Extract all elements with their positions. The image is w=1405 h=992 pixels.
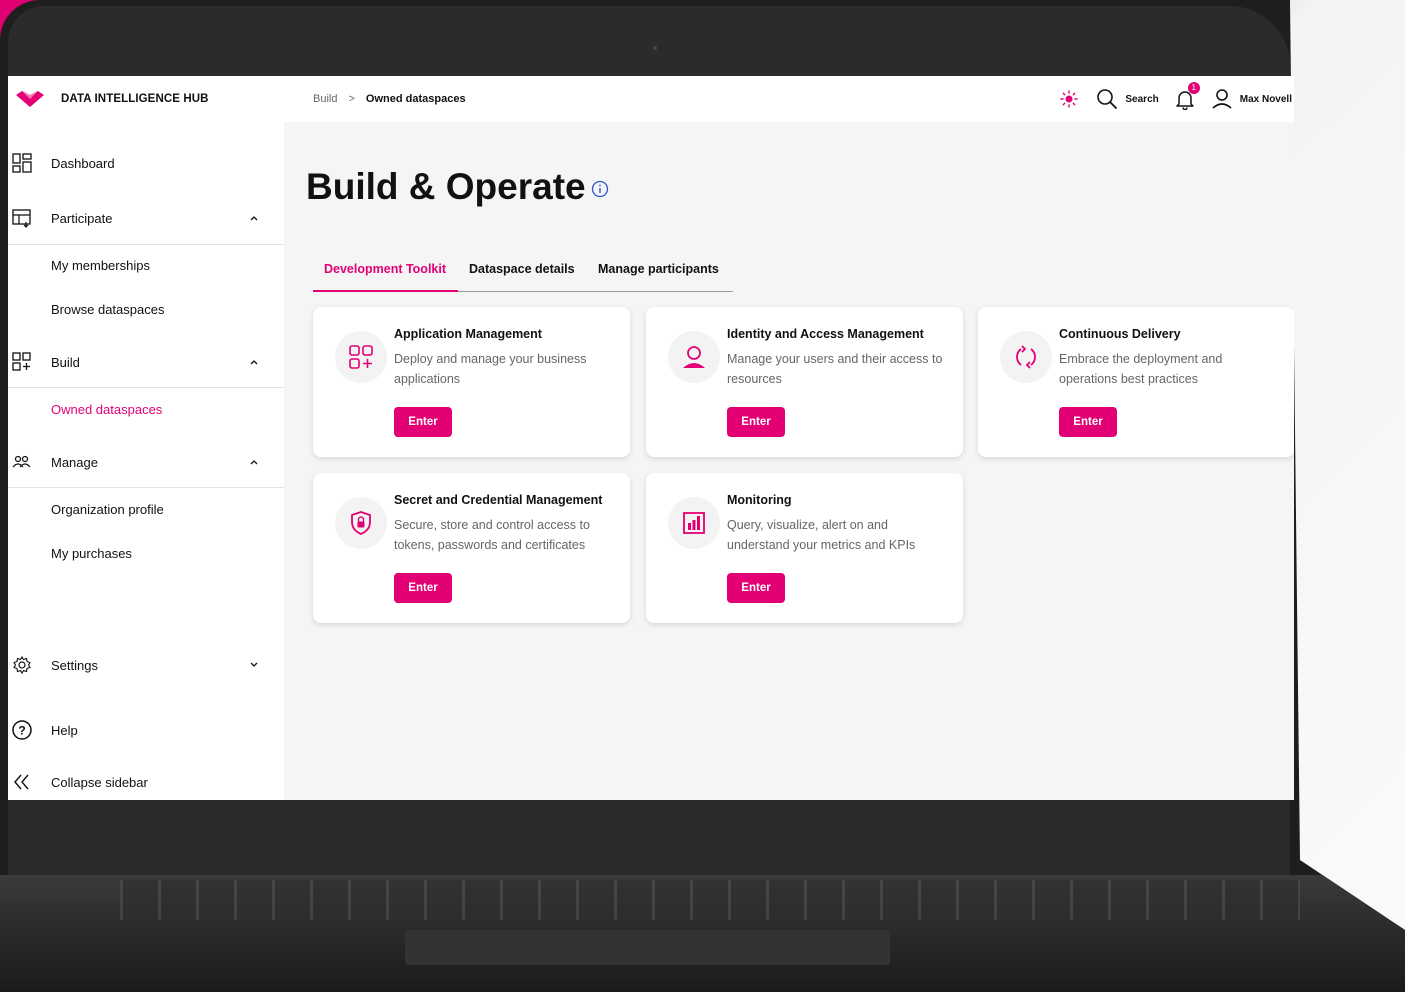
notifications-button[interactable]: 1	[1174, 82, 1200, 111]
gear-icon	[13, 655, 31, 675]
sidebar-label-collapse: Collapse sidebar	[51, 774, 148, 790]
card-icon-container	[668, 331, 720, 383]
sidebar-divider	[8, 387, 284, 388]
build-icon	[12, 352, 31, 371]
sidebar-divider	[8, 487, 284, 488]
search-button[interactable]: Search	[1096, 88, 1173, 110]
sun-icon[interactable]	[1060, 90, 1079, 108]
user-icon	[683, 346, 705, 368]
breadcrumb-separator: >	[348, 93, 355, 105]
app-grid-icon	[349, 345, 373, 369]
card-description: Manage your users and their access to re…	[727, 352, 943, 386]
sidebar-divider	[8, 244, 284, 245]
user-menu[interactable]: Max Novell	[1211, 88, 1292, 110]
participate-icon	[12, 209, 31, 228]
chevron-up-icon[interactable]	[248, 456, 260, 468]
card-application-management: Application Management Deploy and manage…	[313, 307, 630, 457]
card-secret-credential-management: Secret and Credential Management Secure,…	[313, 473, 630, 623]
tab-dataspace-details[interactable]: Dataspace details	[469, 262, 575, 276]
sidebar-item-browse-dataspaces[interactable]: Browse dataspaces	[51, 302, 164, 317]
search-label: Search	[1125, 93, 1159, 105]
tab-bar: Development Toolkit Dataspace details Ma…	[313, 256, 733, 292]
notification-badge: 1	[1187, 82, 1200, 94]
sidebar-item-settings[interactable]: Settings	[8, 654, 284, 676]
card-icon-container	[335, 331, 387, 383]
double-chevron-left-icon	[14, 774, 29, 790]
card-icon-container	[335, 497, 387, 549]
sidebar-label-settings: Settings	[51, 657, 98, 673]
enter-button[interactable]: Enter	[1059, 407, 1117, 437]
card-icon-container	[1000, 331, 1052, 383]
sidebar-item-collapse[interactable]: Collapse sidebar	[8, 771, 284, 793]
trackpad	[405, 930, 890, 965]
tab-manage-participants[interactable]: Manage participants	[598, 262, 719, 276]
card-title: Monitoring	[727, 493, 792, 507]
card-identity-access-management: Identity and Access Management Manage yo…	[646, 307, 963, 457]
info-icon[interactable]	[591, 180, 609, 198]
enter-button[interactable]: Enter	[727, 407, 785, 437]
card-title: Application Management	[394, 327, 542, 341]
breadcrumb: Build > Owned dataspaces	[284, 93, 466, 105]
dashboard-icon	[12, 153, 32, 173]
sidebar-item-owned-dataspaces[interactable]: Owned dataspaces	[51, 402, 162, 417]
sidebar-item-manage[interactable]: Manage	[8, 451, 284, 473]
sidebar-item-organization-profile[interactable]: Organization profile	[51, 502, 164, 517]
card-continuous-delivery: Continuous Delivery Embrace the deployme…	[978, 307, 1294, 457]
laptop-bezel-bottom	[8, 800, 1290, 875]
keyboard-keys	[120, 880, 1300, 920]
help-icon: ?	[12, 720, 32, 740]
main-content: Build & Operate Development Toolkit Data…	[284, 122, 1294, 800]
svg-text:?: ?	[18, 724, 25, 738]
card-description: Query, visualize, alert on and understan…	[727, 518, 916, 552]
dih-logo-icon	[16, 91, 44, 107]
card-description: Deploy and manage your business applicat…	[394, 352, 587, 386]
sidebar-item-dashboard[interactable]: Dashboard	[8, 152, 284, 174]
enter-button[interactable]: Enter	[394, 407, 452, 437]
sidebar-item-help[interactable]: ? Help	[8, 719, 284, 741]
chevron-up-icon[interactable]	[248, 356, 260, 368]
card-title: Secret and Credential Management	[394, 493, 603, 507]
top-bar: DATA INTELLIGENCE HUB Build > Owned data…	[8, 76, 1294, 122]
sidebar-label-manage: Manage	[51, 454, 98, 470]
chevron-up-icon[interactable]	[248, 212, 260, 224]
sidebar-item-my-purchases[interactable]: My purchases	[51, 546, 132, 561]
breadcrumb-current: Owned dataspaces	[365, 93, 466, 105]
people-icon	[12, 455, 31, 468]
brand[interactable]: DATA INTELLIGENCE HUB	[8, 89, 284, 109]
breadcrumb-build[interactable]: Build	[313, 93, 337, 105]
enter-button[interactable]: Enter	[727, 573, 785, 603]
card-title: Identity and Access Management	[727, 327, 924, 341]
enter-button[interactable]: Enter	[394, 573, 452, 603]
shield-lock-icon	[351, 511, 371, 535]
search-icon	[1097, 89, 1118, 109]
sidebar-label-build: Build	[51, 354, 80, 370]
page-title: Build & Operate	[306, 166, 586, 207]
sidebar-item-build[interactable]: Build	[8, 351, 284, 373]
card-icon-container	[668, 497, 720, 549]
chevron-down-icon[interactable]	[248, 659, 260, 671]
user-icon	[1212, 89, 1232, 109]
refresh-icon	[1016, 345, 1036, 369]
card-monitoring: Monitoring Query, visualize, alert on an…	[646, 473, 963, 623]
tab-development-toolkit[interactable]: Development Toolkit	[324, 262, 446, 276]
active-tab-indicator	[313, 290, 458, 292]
brand-name: DATA INTELLIGENCE HUB	[61, 93, 209, 105]
app-screen: DATA INTELLIGENCE HUB Build > Owned data…	[8, 76, 1294, 800]
sidebar-label-participate: Participate	[51, 210, 113, 226]
camera-icon	[653, 46, 657, 50]
card-title: Continuous Delivery	[1059, 327, 1181, 341]
card-description: Embrace the deployment and operations be…	[1059, 352, 1223, 386]
sidebar: Dashboard Participate My memberships Bro…	[8, 122, 284, 800]
sidebar-label-dashboard: Dashboard	[51, 155, 115, 171]
sidebar-item-participate[interactable]: Participate	[8, 207, 284, 229]
sidebar-item-my-memberships[interactable]: My memberships	[51, 258, 150, 273]
laptop-bezel-top	[8, 6, 1290, 78]
user-name: Max Novell	[1239, 93, 1292, 105]
card-description: Secure, store and control access to toke…	[394, 518, 590, 552]
bar-chart-icon	[683, 512, 705, 534]
sidebar-label-help: Help	[51, 722, 78, 738]
top-actions: Search 1 Max Novell	[1060, 82, 1294, 111]
